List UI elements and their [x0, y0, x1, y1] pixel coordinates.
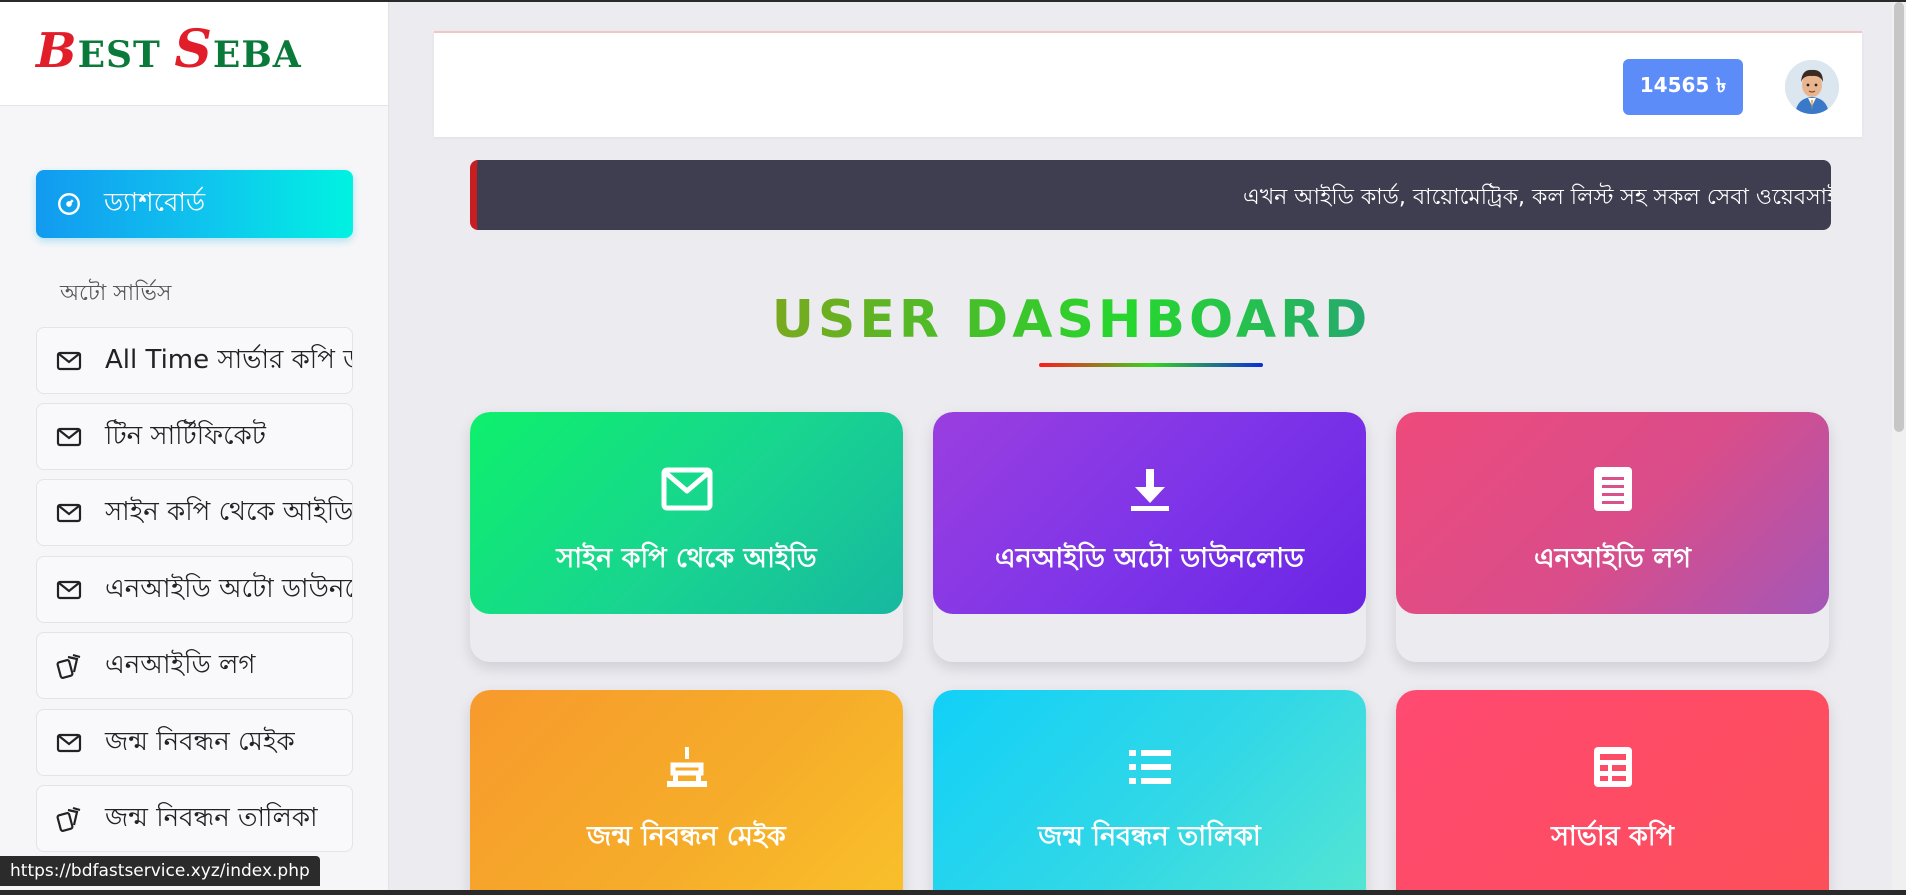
avatar[interactable]: [1785, 60, 1839, 114]
cards-icon: [53, 803, 85, 835]
card-nid-auto-download[interactable]: এনআইডি অটো ডাউনলোড: [933, 412, 1366, 662]
card-label: জন্ম নিবন্ধন মেইক: [587, 821, 786, 852]
logo-letter-2: S: [174, 19, 213, 80]
card-label: জন্ম নিবন্ধন তালিকা: [1038, 821, 1261, 852]
card-label: এনআইডি লগ: [1533, 543, 1691, 574]
sidebar-item-dashboard[interactable]: ড্যাশবোর্ড: [36, 170, 353, 238]
card-nid-log[interactable]: এনআইডি লগ: [1396, 412, 1829, 662]
sidebar-item-label: জন্ম নিবন্ধন মেইক: [105, 726, 295, 757]
sidebar-item-sign-copy-to-id[interactable]: সাইন কপি থেকে আইডি: [36, 479, 353, 546]
sidebar-item-nid-log[interactable]: এনআইডি লগ: [36, 632, 353, 699]
notice-marquee: এখন আইডি কার্ড, বায়োমেট্রিক, কল লিস্ট স…: [470, 160, 1831, 230]
logo-text-2: EBA: [212, 34, 302, 76]
list-icon: [1121, 738, 1179, 796]
download-icon: [1121, 460, 1179, 518]
sidebar-item-label: ড্যাশবোর্ড: [104, 188, 206, 218]
sidebar-item-tin-certificate[interactable]: টিন সার্টিফিকেট: [36, 403, 353, 470]
title-underline: [1039, 363, 1263, 367]
logo[interactable]: BEST SEBA: [0, 2, 388, 106]
sidebar-item-label: জন্ম নিবন্ধন তালিকা: [105, 802, 318, 833]
cards-icon: [53, 650, 85, 682]
sidebar-item-birth-registration-make[interactable]: জন্ম নিবন্ধন মেইক: [36, 709, 353, 776]
envelope-icon: [658, 460, 716, 518]
sidebar-item-label: সাইন কপি থেকে আইডি: [105, 496, 353, 527]
page-title: USER DASHBOARD: [771, 290, 1372, 350]
document-icon: [1584, 460, 1642, 518]
card-birth-registration-make[interactable]: জন্ম নিবন্ধন মেইক: [470, 690, 903, 890]
logo-text-1: EST: [77, 34, 175, 76]
notice-text: এখন আইডি কার্ড, বায়োমেট্রিক, কল লিস্ট স…: [1243, 185, 1831, 210]
mail-icon: [53, 345, 85, 377]
cake-icon: [658, 738, 716, 796]
card-label: সার্ভার কপি: [1551, 821, 1674, 852]
mail-icon: [53, 727, 85, 759]
server-icon: [1584, 738, 1642, 796]
mail-icon: [53, 497, 85, 529]
sidebar: BEST SEBA ড্যাশবোর্ড অটো সার্ভিস All Tim…: [0, 2, 389, 890]
page-frame: BEST SEBA ড্যাশবোর্ড অটো সার্ভিস All Tim…: [0, 2, 1906, 890]
card-server-copy[interactable]: সার্ভার কপি: [1396, 690, 1829, 890]
card-label: এনআইডি অটো ডাউনলোড: [995, 543, 1304, 574]
section-title: অটো সার্ভিস: [60, 281, 172, 306]
sidebar-item-label: এনআইডি লগ: [105, 649, 256, 680]
logo-letter: B: [36, 23, 78, 79]
status-url: https://bdfastservice.xyz/index.php: [0, 856, 320, 886]
sidebar-item-label: টিন সার্টিফিকেট: [105, 420, 266, 451]
sidebar-item-nid-auto-download[interactable]: এনআইডি অটো ডাউনলোড: [36, 556, 353, 623]
scrollbar-thumb[interactable]: [1894, 2, 1904, 432]
top-bar: 14565 ৳: [434, 31, 1862, 137]
sidebar-item-label: All Time সার্ভার কপি ডাউনলোড: [105, 344, 352, 375]
sidebar-item-label: এনআইডি অটো ডাউনলোড: [105, 573, 352, 604]
sidebar-item-server-copy[interactable]: All Time সার্ভার কপি ডাউনলোড: [36, 327, 353, 394]
mail-icon: [53, 421, 85, 453]
gauge-icon: [54, 189, 84, 219]
mail-icon: [53, 574, 85, 606]
card-sign-copy-to-id[interactable]: সাইন কপি থেকে আইডি: [470, 412, 903, 662]
card-birth-registration-list[interactable]: জন্ম নিবন্ধন তালিকা: [933, 690, 1366, 890]
balance-button[interactable]: 14565 ৳: [1623, 59, 1743, 115]
scrollbar[interactable]: [1892, 2, 1906, 890]
sidebar-item-birth-registration-list[interactable]: জন্ম নিবন্ধন তালিকা: [36, 785, 353, 852]
card-label: সাইন কপি থেকে আইডি: [556, 543, 817, 574]
